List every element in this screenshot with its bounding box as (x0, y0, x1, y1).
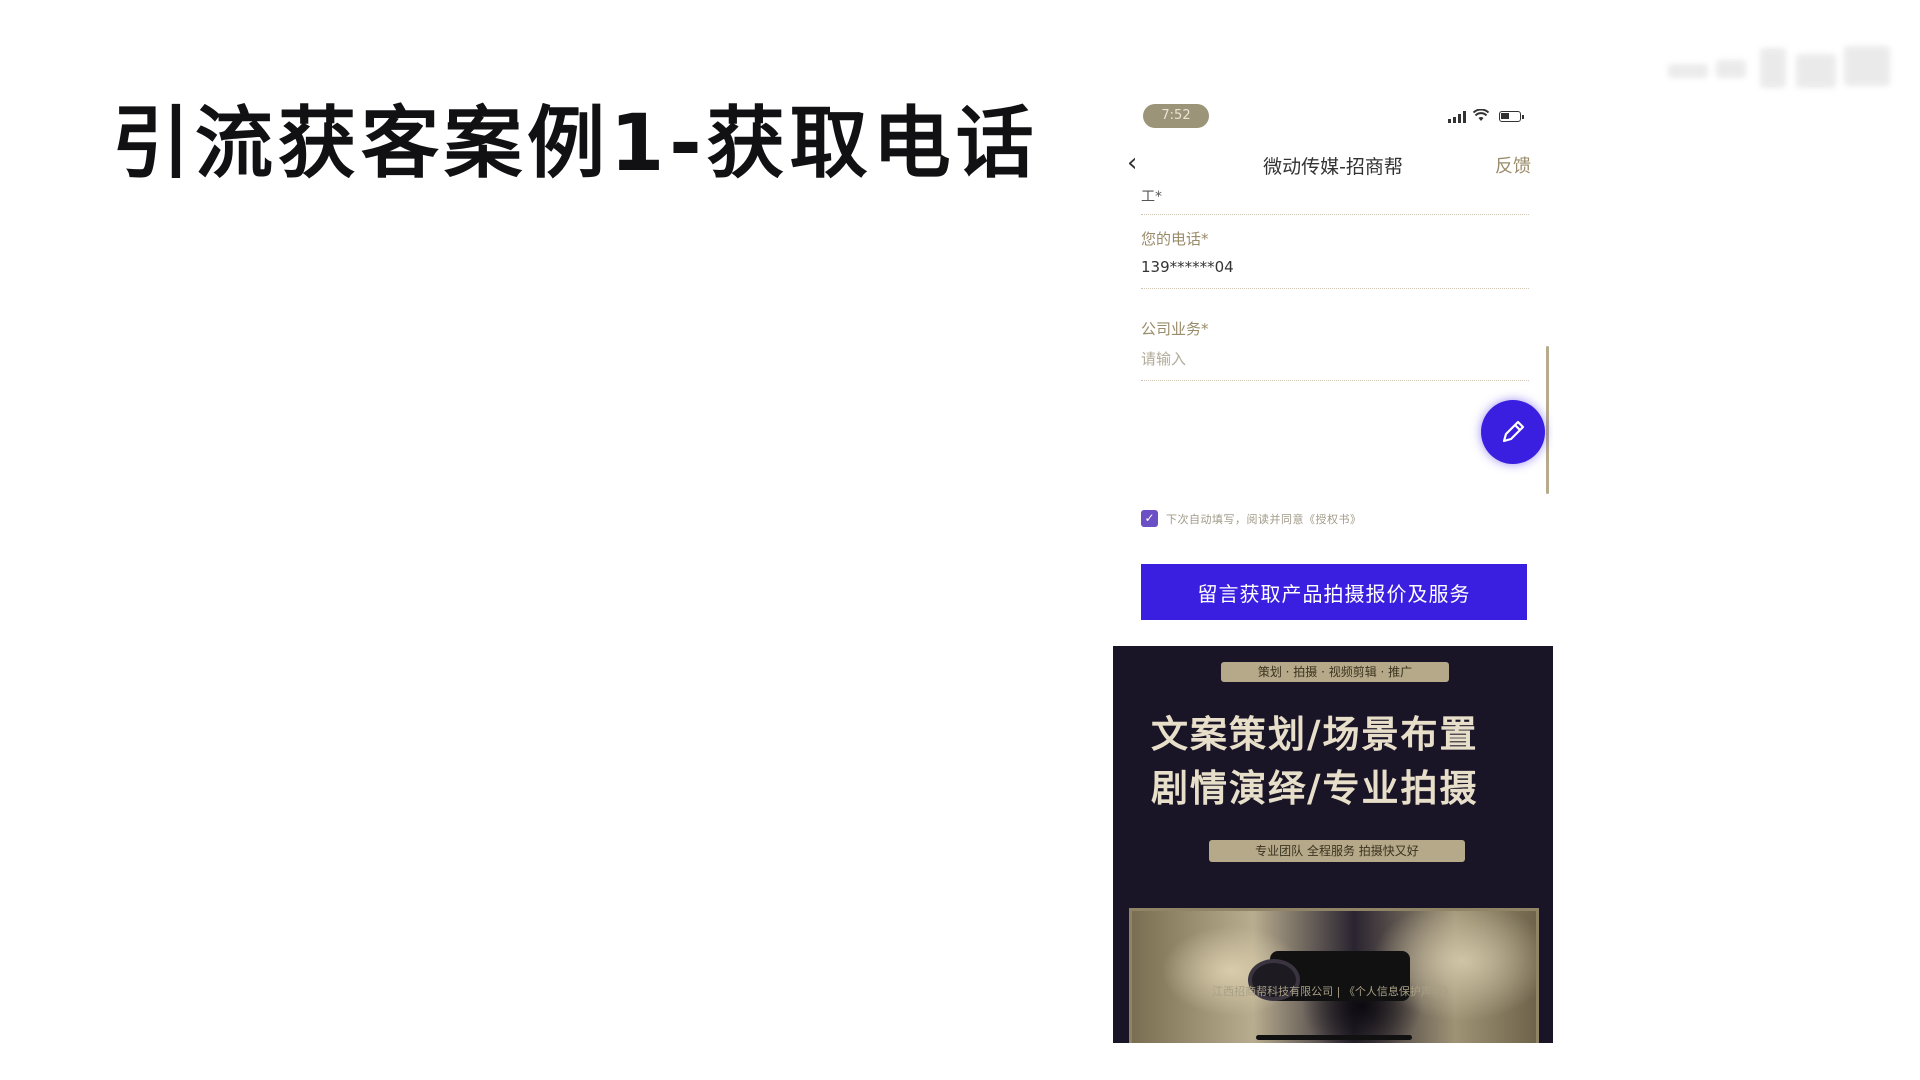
consent-checkbox[interactable]: ✓ (1141, 510, 1158, 527)
scrollbar[interactable] (1546, 346, 1549, 494)
previous-field-remnant: 工* (1141, 188, 1529, 215)
phone-field[interactable]: 139******04 (1141, 258, 1234, 276)
phone-field-label: 您的电话* (1141, 230, 1209, 248)
pencil-icon (1502, 420, 1525, 443)
poster-tag-top: 策划 · 拍摄 · 视频剪辑 · 推广 (1221, 662, 1449, 682)
poster-headline-line1: 文案策划/场景布置 (1151, 713, 1479, 756)
home-indicator[interactable] (1256, 1035, 1412, 1040)
edit-fab-button[interactable] (1481, 400, 1545, 464)
status-time: 7:52 (1143, 104, 1209, 128)
poster-headline-line2: 剧情演绎/专业拍摄 (1151, 767, 1479, 810)
nav-bar: ‹ 微动传媒-招商帮 反馈 (1113, 140, 1553, 184)
previous-field-label: 工* (1141, 189, 1162, 205)
business-field[interactable]: 请输入 (1141, 348, 1186, 369)
poster-tag-bottom: 专业团队 全程服务 拍摄快又好 (1209, 840, 1465, 862)
footer-text[interactable]: 江西招商帮科技有限公司 | 《个人信息保护声明》 (1113, 983, 1553, 999)
consent-row: ✓ 下次自动填写，阅读并同意《授权书》 (1141, 510, 1362, 527)
nav-title: 微动传媒-招商帮 (1263, 156, 1403, 178)
phone-field-underline (1141, 288, 1529, 289)
slide-title: 引流获客案例1-获取电话 (112, 99, 1039, 189)
submit-button[interactable]: 留言获取产品拍摄报价及服务 (1141, 564, 1527, 620)
consent-text[interactable]: 下次自动填写，阅读并同意《授权书》 (1166, 511, 1362, 527)
battery-icon (1499, 111, 1524, 122)
business-field-label: 公司业务* (1141, 320, 1209, 338)
phone-screen: 7:52 ‹ 微动传媒-招商帮 反馈 工* 您的电话* 139******04 … (1113, 98, 1553, 1043)
feedback-link[interactable]: 反馈 (1495, 152, 1531, 178)
watermark (1668, 42, 1898, 100)
status-bar: 7:52 (1113, 98, 1553, 132)
wifi-icon (1473, 109, 1489, 121)
signal-icon (1448, 111, 1466, 123)
poster-camera-photo (1129, 908, 1539, 1043)
business-field-underline (1141, 380, 1529, 381)
